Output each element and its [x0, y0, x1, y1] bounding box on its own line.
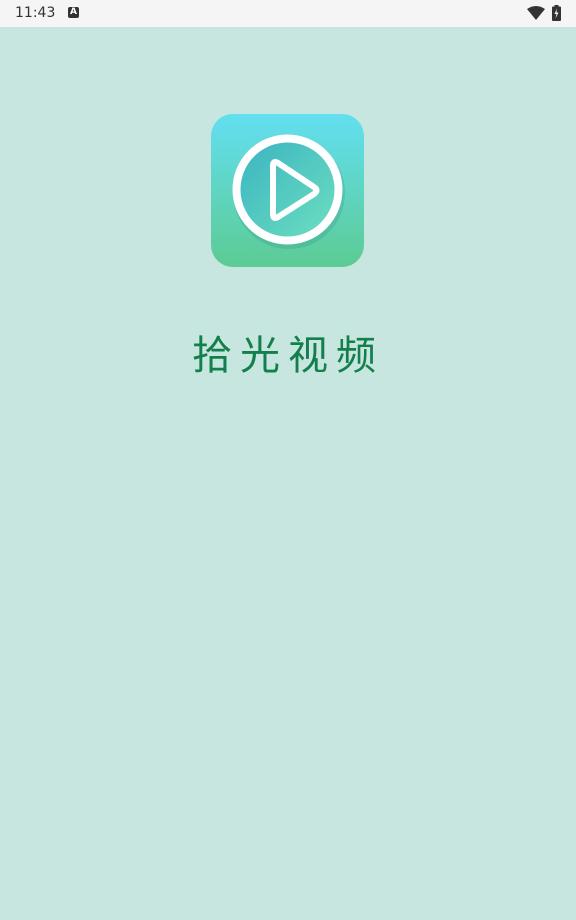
a-letter-icon: A [68, 7, 79, 18]
status-bar: 11:43 A [0, 0, 576, 27]
status-time: 11:43 [15, 5, 56, 21]
app-logo-play-icon[interactable] [211, 114, 364, 267]
battery-charging-icon [552, 5, 561, 21]
app-name: 拾光视频 [192, 333, 384, 379]
wifi-icon [527, 6, 545, 20]
notification-letter: A [70, 7, 77, 17]
